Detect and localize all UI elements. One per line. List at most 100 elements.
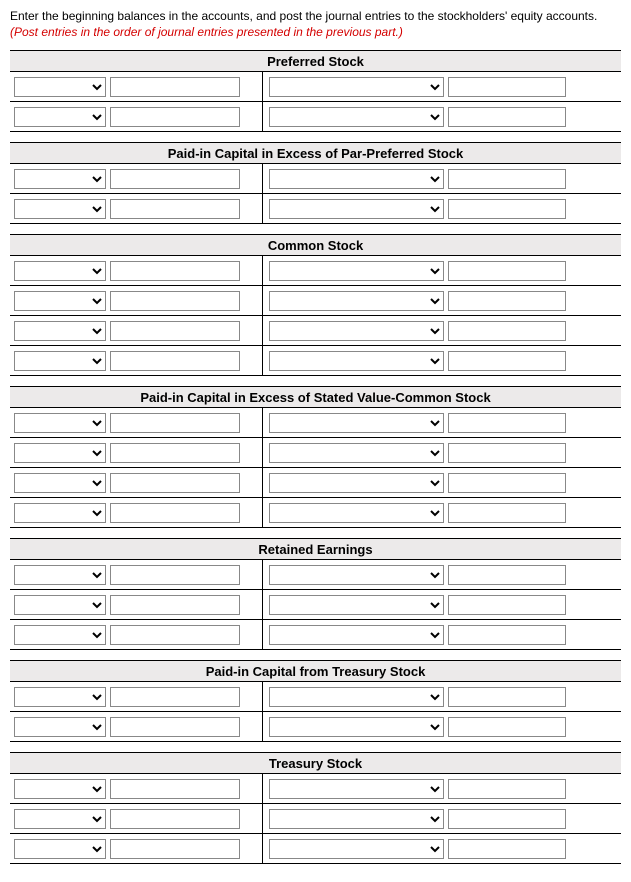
debit-desc-select[interactable] bbox=[14, 565, 106, 585]
credit-amount-input[interactable] bbox=[448, 687, 566, 707]
debit-amount-input[interactable] bbox=[110, 779, 240, 799]
credit-amount-input[interactable] bbox=[448, 625, 566, 645]
debit-desc-select[interactable] bbox=[14, 77, 106, 97]
credit-desc-select[interactable] bbox=[269, 443, 444, 463]
account-block: Paid-in Capital in Excess of Par-Preferr… bbox=[10, 142, 621, 224]
ledger-row bbox=[10, 804, 621, 834]
account-header: Paid-in Capital in Excess of Par-Preferr… bbox=[10, 142, 621, 164]
credit-desc-select[interactable] bbox=[269, 473, 444, 493]
debit-desc-select[interactable] bbox=[14, 595, 106, 615]
credit-amount-input[interactable] bbox=[448, 77, 566, 97]
debit-desc-select[interactable] bbox=[14, 261, 106, 281]
debit-amount-input[interactable] bbox=[110, 473, 240, 493]
credit-amount-input[interactable] bbox=[448, 413, 566, 433]
center-divider bbox=[262, 590, 263, 619]
debit-amount-input[interactable] bbox=[110, 565, 240, 585]
center-divider bbox=[262, 286, 263, 315]
ledger-row bbox=[10, 498, 621, 528]
debit-amount-input[interactable] bbox=[110, 809, 240, 829]
center-divider bbox=[262, 164, 263, 193]
credit-desc-select[interactable] bbox=[269, 261, 444, 281]
credit-desc-select[interactable] bbox=[269, 565, 444, 585]
ledger-row bbox=[10, 834, 621, 864]
account-body bbox=[10, 72, 621, 132]
credit-amount-input[interactable] bbox=[448, 839, 566, 859]
debit-amount-input[interactable] bbox=[110, 199, 240, 219]
credit-desc-select[interactable] bbox=[269, 351, 444, 371]
credit-desc-select[interactable] bbox=[269, 687, 444, 707]
center-divider bbox=[262, 72, 263, 101]
debit-desc-select[interactable] bbox=[14, 321, 106, 341]
accounts-container: Preferred StockPaid-in Capital in Excess… bbox=[10, 50, 621, 864]
credit-amount-input[interactable] bbox=[448, 565, 566, 585]
credit-amount-input[interactable] bbox=[448, 809, 566, 829]
debit-amount-input[interactable] bbox=[110, 169, 240, 189]
credit-amount-input[interactable] bbox=[448, 473, 566, 493]
debit-amount-input[interactable] bbox=[110, 291, 240, 311]
ledger-row bbox=[10, 774, 621, 804]
ledger-row bbox=[10, 468, 621, 498]
credit-amount-input[interactable] bbox=[448, 443, 566, 463]
credit-amount-input[interactable] bbox=[448, 595, 566, 615]
debit-desc-select[interactable] bbox=[14, 443, 106, 463]
credit-desc-select[interactable] bbox=[269, 291, 444, 311]
credit-desc-select[interactable] bbox=[269, 809, 444, 829]
debit-desc-select[interactable] bbox=[14, 291, 106, 311]
debit-amount-input[interactable] bbox=[110, 595, 240, 615]
debit-desc-select[interactable] bbox=[14, 169, 106, 189]
ledger-row bbox=[10, 286, 621, 316]
debit-amount-input[interactable] bbox=[110, 503, 240, 523]
debit-amount-input[interactable] bbox=[110, 443, 240, 463]
debit-amount-input[interactable] bbox=[110, 107, 240, 127]
credit-amount-input[interactable] bbox=[448, 351, 566, 371]
credit-amount-input[interactable] bbox=[448, 321, 566, 341]
debit-desc-select[interactable] bbox=[14, 107, 106, 127]
debit-desc-select[interactable] bbox=[14, 473, 106, 493]
account-block: Retained Earnings bbox=[10, 538, 621, 650]
credit-desc-select[interactable] bbox=[269, 199, 444, 219]
credit-amount-input[interactable] bbox=[448, 291, 566, 311]
debit-desc-select[interactable] bbox=[14, 839, 106, 859]
center-divider bbox=[262, 682, 263, 711]
debit-desc-select[interactable] bbox=[14, 687, 106, 707]
credit-desc-select[interactable] bbox=[269, 503, 444, 523]
credit-amount-input[interactable] bbox=[448, 107, 566, 127]
debit-desc-select[interactable] bbox=[14, 199, 106, 219]
debit-amount-input[interactable] bbox=[110, 77, 240, 97]
debit-desc-select[interactable] bbox=[14, 625, 106, 645]
debit-desc-select[interactable] bbox=[14, 413, 106, 433]
debit-amount-input[interactable] bbox=[110, 413, 240, 433]
credit-amount-input[interactable] bbox=[448, 261, 566, 281]
debit-amount-input[interactable] bbox=[110, 687, 240, 707]
credit-desc-select[interactable] bbox=[269, 77, 444, 97]
credit-desc-select[interactable] bbox=[269, 625, 444, 645]
debit-desc-select[interactable] bbox=[14, 351, 106, 371]
credit-desc-select[interactable] bbox=[269, 595, 444, 615]
ledger-row bbox=[10, 682, 621, 712]
credit-amount-input[interactable] bbox=[448, 717, 566, 737]
debit-desc-select[interactable] bbox=[14, 717, 106, 737]
account-header: Common Stock bbox=[10, 234, 621, 256]
credit-amount-input[interactable] bbox=[448, 199, 566, 219]
debit-amount-input[interactable] bbox=[110, 321, 240, 341]
debit-desc-select[interactable] bbox=[14, 503, 106, 523]
debit-desc-select[interactable] bbox=[14, 779, 106, 799]
credit-desc-select[interactable] bbox=[269, 107, 444, 127]
debit-amount-input[interactable] bbox=[110, 351, 240, 371]
credit-amount-input[interactable] bbox=[448, 503, 566, 523]
debit-amount-input[interactable] bbox=[110, 839, 240, 859]
credit-desc-select[interactable] bbox=[269, 779, 444, 799]
debit-desc-select[interactable] bbox=[14, 809, 106, 829]
debit-amount-input[interactable] bbox=[110, 261, 240, 281]
credit-amount-input[interactable] bbox=[448, 779, 566, 799]
credit-desc-select[interactable] bbox=[269, 321, 444, 341]
debit-amount-input[interactable] bbox=[110, 717, 240, 737]
center-divider bbox=[262, 468, 263, 497]
credit-amount-input[interactable] bbox=[448, 169, 566, 189]
credit-desc-select[interactable] bbox=[269, 839, 444, 859]
credit-desc-select[interactable] bbox=[269, 717, 444, 737]
credit-desc-select[interactable] bbox=[269, 413, 444, 433]
account-block: Paid-in Capital in Excess of Stated Valu… bbox=[10, 386, 621, 528]
credit-desc-select[interactable] bbox=[269, 169, 444, 189]
debit-amount-input[interactable] bbox=[110, 625, 240, 645]
